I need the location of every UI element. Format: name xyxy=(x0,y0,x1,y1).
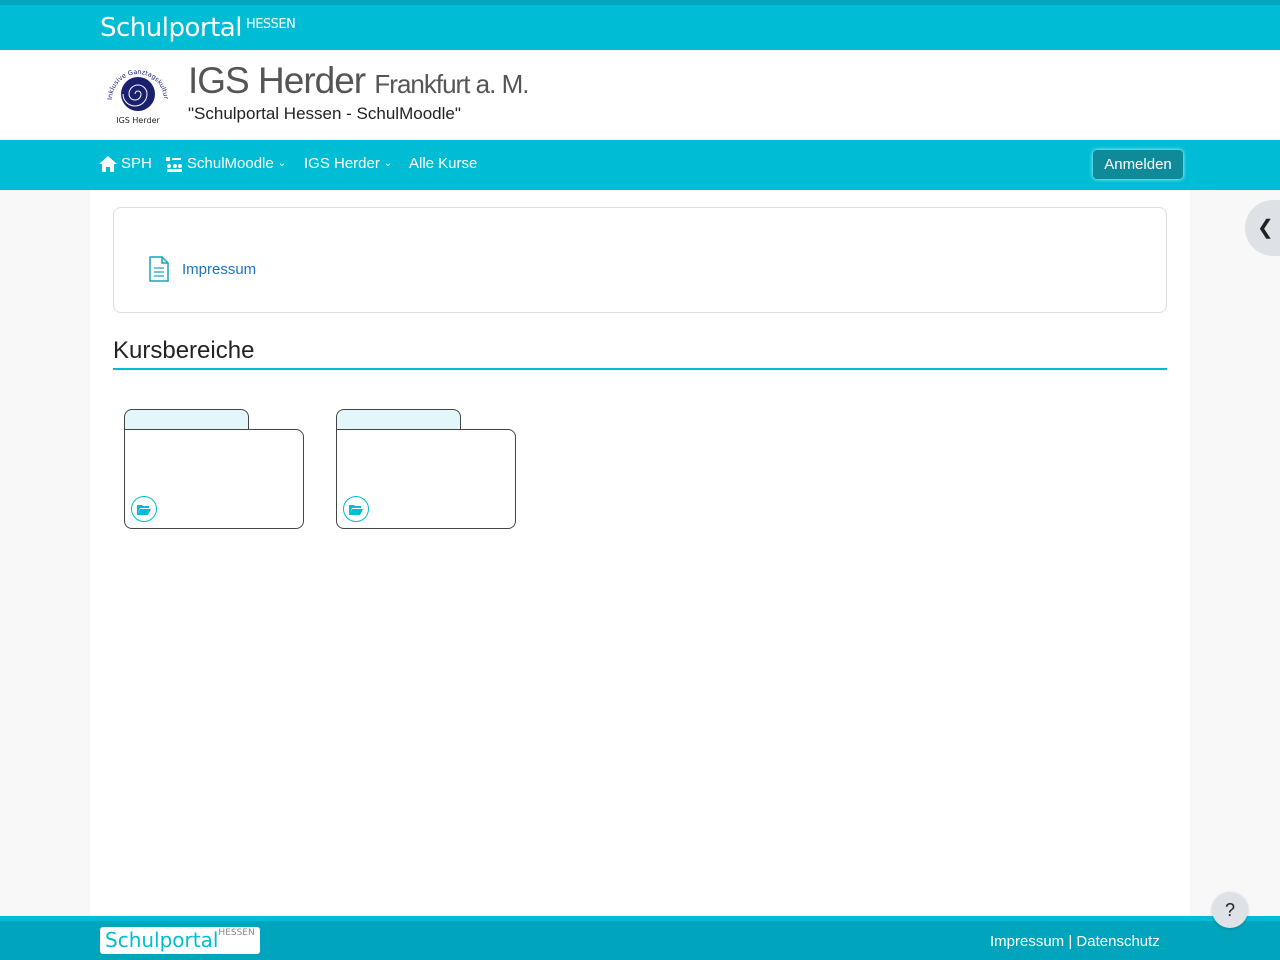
nav-sph[interactable]: SPH xyxy=(99,155,152,172)
brand-sup: HESSEN xyxy=(245,17,296,32)
course-category-card[interactable] xyxy=(124,409,304,529)
main-content: Impressum Kursbereiche xyxy=(90,190,1190,916)
chevron-left-icon: ❮ xyxy=(1257,217,1274,239)
folder-tab xyxy=(336,409,461,431)
main-nav: SPH SchulMoodle ⌄ IGS Herder ⌄ Alle Kurse xyxy=(0,140,1280,190)
drawer-toggle-button[interactable]: ❮ xyxy=(1245,200,1280,256)
home-icon xyxy=(99,155,117,172)
separator: | xyxy=(1064,933,1077,950)
footer-datenschutz-link[interactable]: Datenschutz xyxy=(1076,933,1159,950)
school-city: Frankfurt a. M. xyxy=(374,69,529,99)
footer-logo[interactable]: SchulportalHESSEN xyxy=(100,927,260,954)
help-button[interactable]: ? xyxy=(1212,892,1248,928)
nav-label: SPH xyxy=(121,155,152,172)
footer: SchulportalHESSEN Impressum | Datenschut… xyxy=(0,916,1280,960)
school-logo: Inklusive Ganztagskulturschule IGS Herde… xyxy=(104,64,170,125)
nav-schulmoodle[interactable]: SchulMoodle ⌄ xyxy=(165,155,286,172)
footer-links: Impressum | Datenschutz xyxy=(990,933,1160,950)
impressum-link[interactable]: Impressum xyxy=(148,256,256,282)
footer-brand-sup: HESSEN xyxy=(218,928,255,938)
nav-label: SchulMoodle xyxy=(187,155,274,172)
top-banner: Schulportal HESSEN xyxy=(0,0,1280,50)
course-category-card[interactable] xyxy=(336,409,516,529)
folder-body xyxy=(336,429,516,529)
nav-igs-herder[interactable]: IGS Herder ⌄ xyxy=(304,155,392,172)
footer-impressum-link[interactable]: Impressum xyxy=(990,933,1064,950)
brand-text: Schulportal xyxy=(100,13,242,43)
folder-body xyxy=(124,429,304,529)
chevron-down-icon: ⌄ xyxy=(277,158,287,169)
school-header: Inklusive Ganztagskulturschule IGS Herde… xyxy=(0,50,1280,140)
nav-label: Alle Kurse xyxy=(409,155,478,172)
chevron-down-icon: ⌄ xyxy=(383,158,393,169)
nav-alle-kurse[interactable]: Alle Kurse xyxy=(409,155,477,172)
document-icon xyxy=(149,256,169,282)
moodle-icon xyxy=(166,156,182,172)
schulportal-logo[interactable]: Schulportal HESSEN xyxy=(100,13,296,43)
folder-open-icon xyxy=(131,496,157,522)
site-news-block: Impressum xyxy=(113,207,1167,313)
section-title: Kursbereiche xyxy=(113,337,1167,370)
svg-text:IGS Herder: IGS Herder xyxy=(116,116,160,125)
nav-label: IGS Herder xyxy=(304,155,380,172)
footer-brand: Schulportal xyxy=(105,928,219,952)
login-button[interactable]: Anmelden xyxy=(1093,150,1183,179)
folder-tab xyxy=(124,409,249,431)
site-subtitle: "Schulportal Hessen - SchulMoodle" xyxy=(188,104,461,123)
school-title: IGS Herder Frankfurt a. M. xyxy=(188,60,529,102)
impressum-label: Impressum xyxy=(182,260,257,278)
school-name: IGS Herder xyxy=(188,60,366,101)
folder-open-icon xyxy=(343,496,369,522)
